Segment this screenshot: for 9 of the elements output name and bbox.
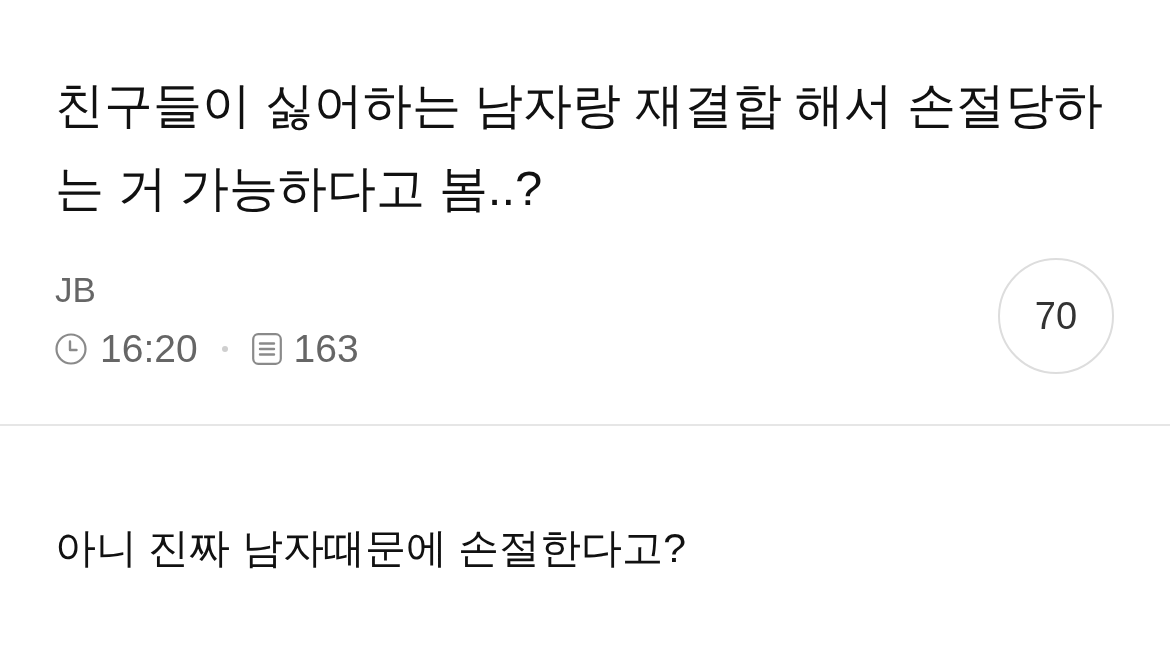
post-time: 16:20 — [100, 325, 198, 372]
post-title: 친구들이 싫어하는 남자랑 재결합 해서 손절당하는 거 가능하다고 봄..? — [55, 77, 1105, 217]
author-name: JB — [55, 268, 96, 311]
post-body-text: 아니 진짜 남자때문에 손절한다고? — [55, 524, 686, 573]
separator-dot-icon — [221, 345, 228, 352]
view-count: 163 — [293, 325, 359, 372]
clock-icon — [55, 332, 87, 365]
document-icon — [251, 332, 282, 365]
comment-count-button[interactable]: 70 — [998, 258, 1114, 374]
